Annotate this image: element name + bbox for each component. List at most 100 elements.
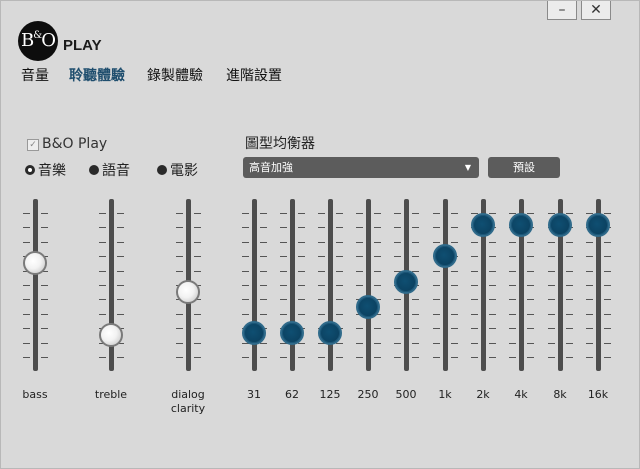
slider-tick — [604, 357, 611, 358]
slider-tick — [604, 285, 611, 286]
slider-tick — [260, 357, 267, 358]
eq-band-1k-track[interactable] — [443, 199, 448, 371]
eq-band-1k-knob[interactable] — [433, 244, 457, 268]
eq-band-31-knob[interactable] — [242, 321, 266, 345]
slider-tick — [117, 314, 124, 315]
slider-tick — [99, 314, 106, 315]
slider-tick — [394, 328, 401, 329]
mode-speech-radio[interactable]: 語音 — [89, 160, 130, 180]
eq-preset-dropdown[interactable]: 高音加強 ▼ — [243, 157, 479, 178]
slider-tick — [374, 242, 381, 243]
slider-tick — [298, 314, 305, 315]
slider-tick — [566, 256, 573, 257]
tone-slider-treble-knob[interactable] — [99, 323, 123, 347]
slider-tick — [336, 271, 343, 272]
mode-movie-radio[interactable]: 電影 — [157, 160, 198, 180]
slider-tick — [412, 328, 419, 329]
slider-tick — [260, 242, 267, 243]
slider-tick — [489, 314, 496, 315]
slider-tick — [99, 242, 106, 243]
slider-tick — [433, 357, 440, 358]
slider-tick — [176, 242, 183, 243]
slider-tick — [527, 357, 534, 358]
slider-tick — [394, 314, 401, 315]
slider-tick — [451, 314, 458, 315]
slider-tick — [509, 256, 516, 257]
slider-tick — [242, 299, 249, 300]
radio-selected-icon — [25, 165, 35, 175]
slider-tick — [566, 285, 573, 286]
slider-tick — [394, 256, 401, 257]
radio-icon — [157, 165, 167, 175]
slider-tick — [374, 271, 381, 272]
slider-tick — [451, 242, 458, 243]
slider-tick — [41, 213, 48, 214]
slider-tick — [41, 343, 48, 344]
slider-tick — [176, 227, 183, 228]
tab-volume[interactable]: 音量 — [21, 65, 49, 85]
slider-tick — [117, 357, 124, 358]
tone-slider-bass-track[interactable] — [33, 199, 38, 371]
checkbox-check-icon: ✓ — [27, 139, 39, 151]
slider-tick — [280, 227, 287, 228]
slider-tick — [280, 256, 287, 257]
close-button[interactable]: ✕ — [581, 1, 611, 20]
slider-tick — [176, 328, 183, 329]
slider-tick — [298, 271, 305, 272]
slider-tick — [586, 271, 593, 272]
eq-band-125-knob[interactable] — [318, 321, 342, 345]
slider-tick — [489, 256, 496, 257]
eq-band-500-knob[interactable] — [394, 270, 418, 294]
eq-band-62-track[interactable] — [290, 199, 295, 371]
eq-band-250-track[interactable] — [366, 199, 371, 371]
bo-play-checkbox[interactable]: ✓ B&O Play — [27, 136, 107, 152]
tone-slider-bass-knob[interactable] — [23, 251, 47, 275]
slider-tick — [527, 213, 534, 214]
eq-preset-value: 高音加強 — [249, 161, 293, 174]
slider-tick — [489, 299, 496, 300]
slider-tick — [99, 227, 106, 228]
slider-tick — [509, 357, 516, 358]
slider-tick — [260, 314, 267, 315]
slider-tick — [489, 213, 496, 214]
mode-music-radio[interactable]: 音樂 — [25, 160, 66, 180]
slider-tick — [433, 314, 440, 315]
slider-tick — [471, 328, 478, 329]
slider-tick — [23, 213, 30, 214]
slider-tick — [242, 256, 249, 257]
minimize-button[interactable]: – — [547, 1, 577, 20]
eq-band-250-knob[interactable] — [356, 295, 380, 319]
slider-tick — [394, 213, 401, 214]
default-preset-button[interactable]: 預設 — [488, 157, 560, 178]
tab-recording[interactable]: 錄製體驗 — [147, 65, 203, 85]
slider-tick — [394, 299, 401, 300]
slider-tick — [548, 299, 555, 300]
slider-tick — [194, 271, 201, 272]
slider-tick — [471, 314, 478, 315]
eq-band-2k-knob[interactable] — [471, 213, 495, 237]
tone-slider-dialog-knob[interactable] — [176, 280, 200, 304]
eq-band-8k-knob[interactable] — [548, 213, 572, 237]
slider-tick — [527, 299, 534, 300]
eq-band-16k-knob[interactable] — [586, 213, 610, 237]
slider-tick — [604, 299, 611, 300]
slider-tick — [451, 328, 458, 329]
eq-band-125-track[interactable] — [328, 199, 333, 371]
slider-tick — [298, 242, 305, 243]
eq-band-4k-knob[interactable] — [509, 213, 533, 237]
eq-band-62-knob[interactable] — [280, 321, 304, 345]
slider-tick — [489, 343, 496, 344]
tab-listening[interactable]: 聆聽體驗 — [69, 65, 125, 85]
slider-tick — [336, 256, 343, 257]
slider-tick — [412, 213, 419, 214]
tab-advanced[interactable]: 進階設置 — [226, 65, 282, 85]
slider-tick — [509, 285, 516, 286]
checkbox-label: B&O Play — [42, 136, 108, 152]
slider-tick — [374, 285, 381, 286]
slider-tick — [451, 271, 458, 272]
slider-tick — [471, 271, 478, 272]
slider-tick — [604, 314, 611, 315]
slider-tick — [471, 357, 478, 358]
slider-tick — [374, 213, 381, 214]
eq-band-31-track[interactable] — [252, 199, 257, 371]
